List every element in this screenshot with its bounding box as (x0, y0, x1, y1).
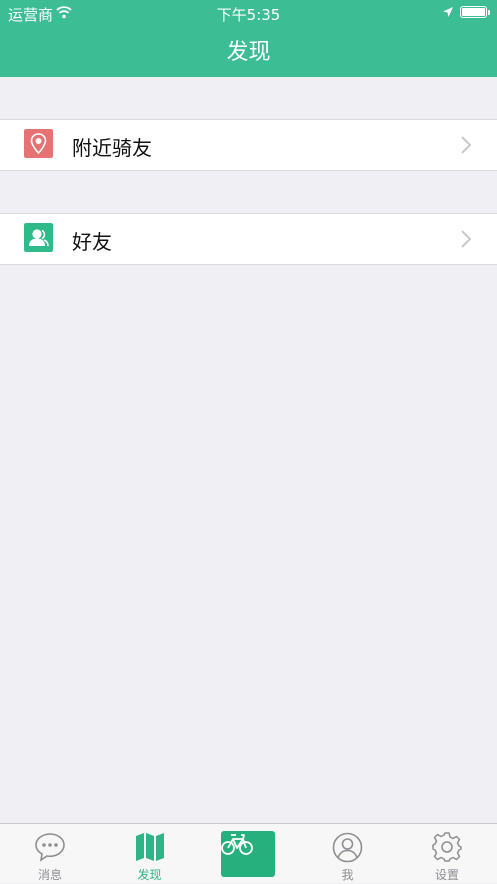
list-item-label: 好友 (72, 230, 112, 254)
chevron-right-icon (461, 230, 472, 248)
user-icon (332, 832, 363, 863)
tab-settings[interactable]: 设置 (397, 824, 497, 884)
gear-icon (432, 832, 462, 862)
location-arrow-icon (443, 7, 453, 17)
page-title: 发现 (226, 40, 271, 65)
chevron-right-icon (461, 136, 472, 154)
status-time: 下午5:35 (216, 6, 281, 24)
bicycle-icon (221, 834, 253, 855)
tab-label: 消息 (37, 868, 62, 882)
tab-bar: 消息 发现 我 设置 (0, 823, 497, 883)
tab-messages[interactable]: 消息 (0, 824, 100, 884)
battery-icon (460, 6, 490, 18)
tab-label: 设置 (434, 868, 459, 882)
tab-me[interactable]: 我 (298, 824, 397, 884)
top-bar: 运营商 下午5:35 发现 (0, 0, 497, 77)
tab-label: 发现 (137, 868, 162, 882)
location-pin-icon (24, 129, 53, 158)
list-item-nearby-riders[interactable]: 附近骑友 (0, 119, 497, 171)
status-bar: 运营商 下午5:35 (0, 0, 497, 26)
list-item-friends[interactable]: 好友 (0, 213, 497, 265)
tab-discover[interactable]: 发现 (100, 824, 199, 884)
list-item-label: 附近骑友 (72, 136, 152, 160)
chat-bubble-icon (35, 833, 65, 862)
friends-icon (24, 223, 53, 252)
tab-label: 我 (341, 868, 354, 882)
map-icon (136, 833, 164, 861)
ride-button[interactable] (221, 831, 275, 877)
